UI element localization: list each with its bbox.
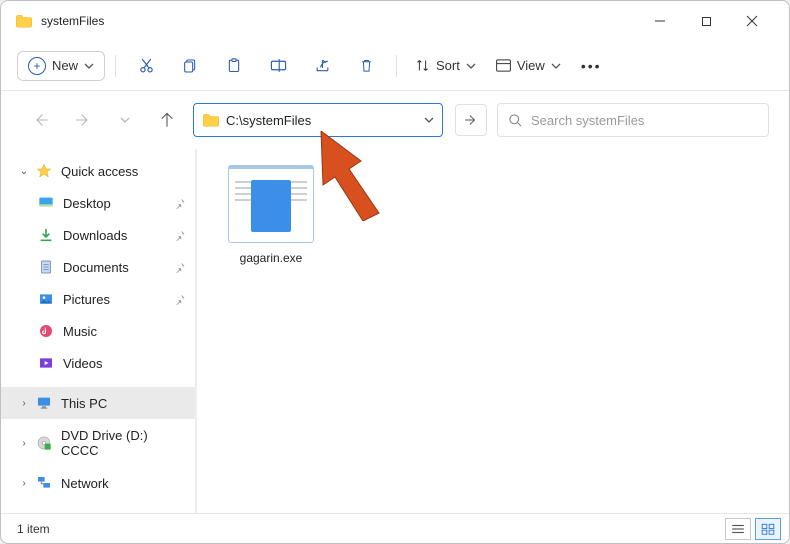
content-pane[interactable]: gagarin.exe bbox=[197, 149, 789, 513]
sidebar-item-label: Desktop bbox=[63, 196, 170, 211]
details-view-toggle[interactable] bbox=[725, 518, 751, 540]
icons-view-toggle[interactable] bbox=[755, 518, 781, 540]
window-title: systemFiles bbox=[41, 14, 637, 28]
sort-button[interactable]: Sort bbox=[407, 53, 484, 78]
sort-label: Sort bbox=[436, 58, 460, 73]
delete-button[interactable] bbox=[346, 49, 386, 83]
paste-button[interactable] bbox=[214, 49, 254, 83]
address-text: C:\systemFiles bbox=[226, 113, 418, 128]
disc-icon bbox=[35, 434, 53, 452]
sort-icon bbox=[415, 58, 430, 73]
pictures-icon bbox=[37, 290, 55, 308]
desktop-icon bbox=[37, 194, 55, 212]
forward-button[interactable] bbox=[67, 104, 99, 136]
file-name: gagarin.exe bbox=[221, 251, 321, 265]
maximize-button[interactable] bbox=[683, 5, 729, 37]
close-button[interactable] bbox=[729, 5, 775, 37]
statusbar: 1 item bbox=[1, 513, 789, 543]
explorer-window: systemFiles + New Sort View ••• bbox=[0, 0, 790, 544]
new-label: New bbox=[52, 58, 78, 73]
network-icon bbox=[35, 474, 53, 492]
minimize-button[interactable] bbox=[637, 5, 683, 37]
titlebar: systemFiles bbox=[1, 1, 789, 41]
sidebar-item-documents[interactable]: Documents bbox=[1, 251, 196, 283]
plus-circle-icon: + bbox=[28, 57, 46, 75]
sidebar-item-label: This PC bbox=[61, 396, 186, 411]
documents-icon bbox=[37, 258, 55, 276]
search-box[interactable] bbox=[497, 103, 769, 137]
videos-icon bbox=[37, 354, 55, 372]
toolbar: + New Sort View ••• bbox=[1, 41, 789, 91]
pin-icon bbox=[174, 293, 186, 305]
back-button[interactable] bbox=[25, 104, 57, 136]
file-item[interactable]: gagarin.exe bbox=[221, 165, 321, 265]
sidebar-item-pictures[interactable]: Pictures bbox=[1, 283, 196, 315]
search-input[interactable] bbox=[531, 113, 758, 128]
chevron-down-icon: ⌄ bbox=[17, 166, 31, 177]
sidebar-item-label: Documents bbox=[63, 260, 170, 275]
copy-button[interactable] bbox=[170, 49, 210, 83]
sidebar-item-label: DVD Drive (D:) CCCC bbox=[61, 428, 186, 458]
address-bar[interactable]: C:\systemFiles bbox=[193, 103, 443, 137]
sidebar-item-videos[interactable]: Videos bbox=[1, 347, 196, 379]
sidebar-item-label: Quick access bbox=[61, 164, 186, 179]
folder-icon bbox=[15, 14, 33, 28]
chevron-down-icon bbox=[424, 115, 434, 125]
rename-button[interactable] bbox=[258, 49, 298, 83]
refresh-button[interactable] bbox=[455, 104, 487, 136]
new-button[interactable]: + New bbox=[17, 51, 105, 81]
pc-icon bbox=[35, 394, 53, 412]
pin-icon bbox=[174, 261, 186, 273]
sidebar-item-label: Music bbox=[63, 324, 186, 339]
star-icon bbox=[35, 162, 53, 180]
chevron-down-icon bbox=[84, 61, 94, 71]
sidebar-item-this-pc[interactable]: › This PC bbox=[1, 387, 196, 419]
share-button[interactable] bbox=[302, 49, 342, 83]
cut-button[interactable] bbox=[126, 49, 166, 83]
body: ⌄ Quick access Desktop Downloads Documen… bbox=[1, 149, 789, 513]
view-button[interactable]: View bbox=[488, 53, 569, 78]
sidebar-item-label: Network bbox=[61, 476, 186, 491]
sidebar-item-downloads[interactable]: Downloads bbox=[1, 219, 196, 251]
file-thumbnail-icon bbox=[228, 165, 314, 243]
folder-icon bbox=[202, 113, 220, 127]
sidebar: ⌄ Quick access Desktop Downloads Documen… bbox=[1, 149, 197, 513]
sidebar-item-music[interactable]: Music bbox=[1, 315, 196, 347]
recent-dropdown[interactable] bbox=[109, 104, 141, 136]
chevron-down-icon bbox=[466, 61, 476, 71]
chevron-right-icon: › bbox=[17, 438, 31, 449]
music-icon bbox=[37, 322, 55, 340]
sidebar-item-label: Pictures bbox=[63, 292, 170, 307]
search-icon bbox=[508, 113, 523, 128]
chevron-down-icon bbox=[551, 61, 561, 71]
up-button[interactable] bbox=[151, 104, 183, 136]
item-count: 1 item bbox=[17, 522, 50, 536]
downloads-icon bbox=[37, 226, 55, 244]
view-label: View bbox=[517, 58, 545, 73]
pin-icon bbox=[174, 197, 186, 209]
sidebar-item-label: Downloads bbox=[63, 228, 170, 243]
navbar: C:\systemFiles bbox=[1, 91, 789, 149]
chevron-right-icon: › bbox=[17, 398, 31, 409]
sidebar-item-dvd[interactable]: › DVD Drive (D:) CCCC bbox=[1, 427, 196, 459]
sidebar-item-network[interactable]: › Network bbox=[1, 467, 196, 499]
pin-icon bbox=[174, 229, 186, 241]
chevron-right-icon: › bbox=[17, 478, 31, 489]
view-icon bbox=[496, 59, 511, 72]
more-button[interactable]: ••• bbox=[573, 53, 610, 79]
sidebar-item-desktop[interactable]: Desktop bbox=[1, 187, 196, 219]
sidebar-item-label: Videos bbox=[63, 356, 186, 371]
sidebar-item-quick-access[interactable]: ⌄ Quick access bbox=[1, 155, 196, 187]
